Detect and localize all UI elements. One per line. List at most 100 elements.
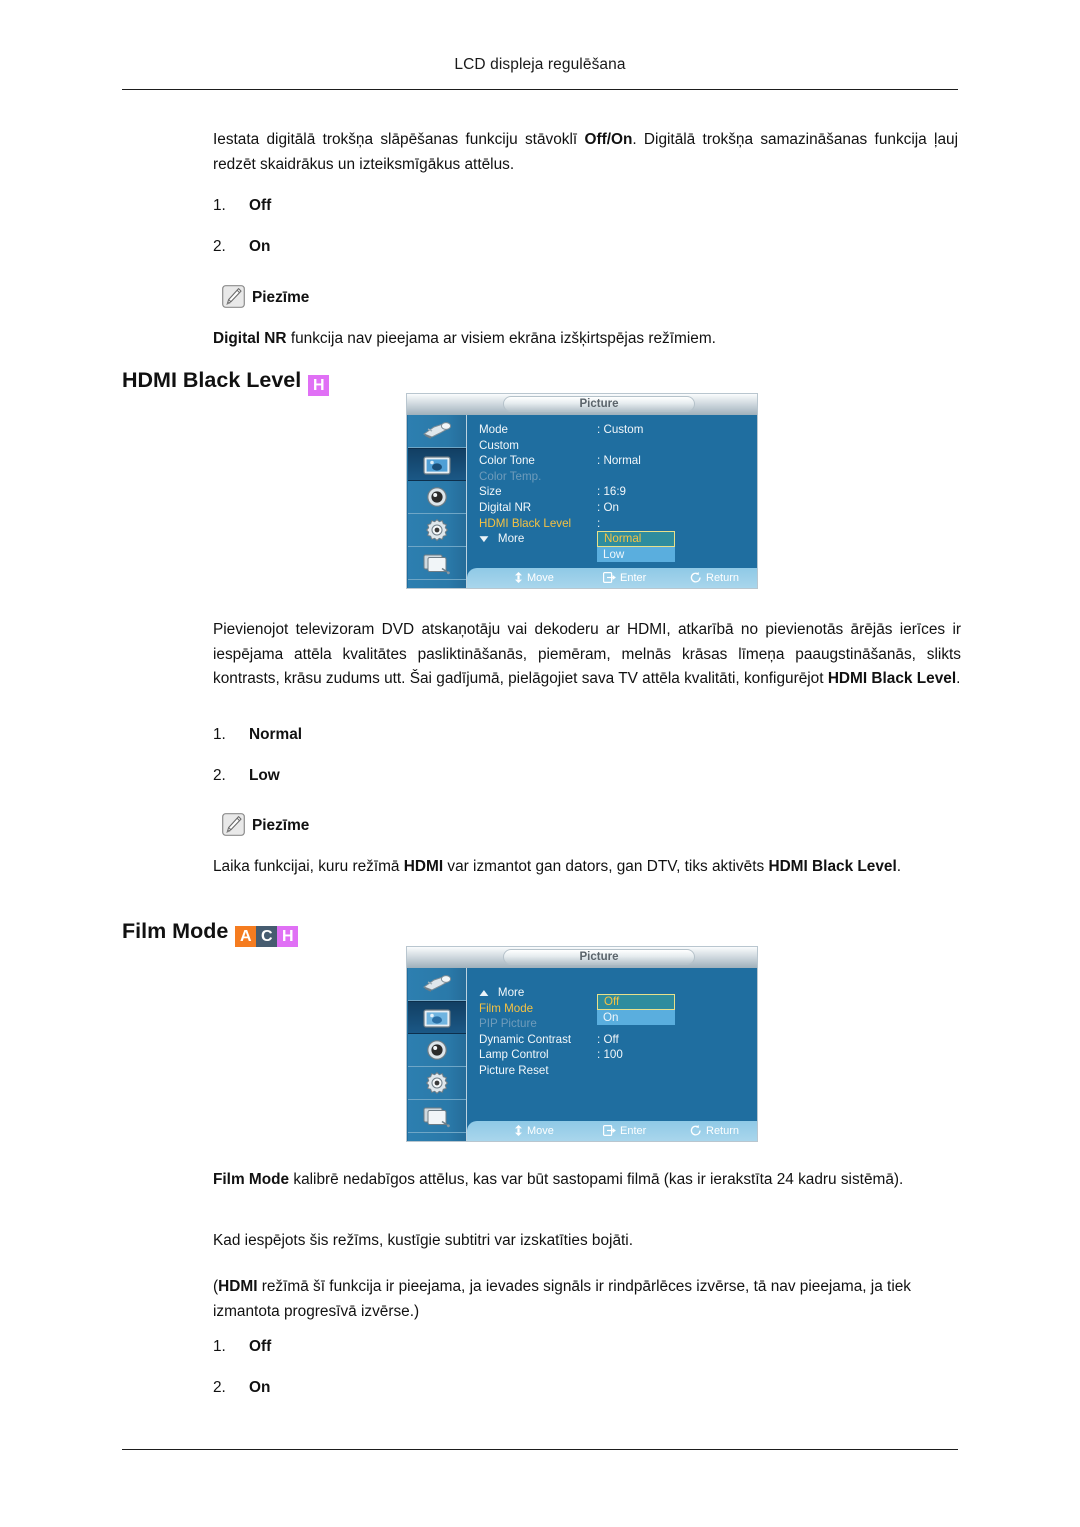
- intro-note-text: Digital NR funkcija nav pieejama ar visi…: [213, 327, 958, 352]
- osd-rail-sound-speaker-icon[interactable]: [408, 481, 466, 514]
- osd-hint-return: Return: [690, 1124, 739, 1138]
- osd-row-value: : Custom: [597, 423, 644, 436]
- osd-row-value: : 16:9: [597, 485, 627, 499]
- osd-row-label: Color Tone: [479, 454, 535, 468]
- osd-hint-enter-label: Enter: [620, 572, 647, 584]
- list-item-label: Off: [249, 197, 272, 214]
- list-item: 1. Off: [213, 1337, 271, 1378]
- osd-menu-row[interactable]: Size : 16:9: [479, 484, 755, 500]
- osd-row-value: :: [597, 516, 601, 530]
- osd-menu-row[interactable]: Lamp Control : 100: [479, 1047, 755, 1063]
- osd-rail-input-source-icon[interactable]: [408, 415, 466, 448]
- osd-icon-rail: [408, 968, 467, 1141]
- osd-dropdown-option-selected[interactable]: Off: [597, 994, 675, 1010]
- osd-hint-enter-label: Enter: [620, 1125, 647, 1137]
- osd-rail-multi-display-icon[interactable]: [408, 547, 466, 580]
- osd-menu-row[interactable]: Dynamic Contrast : Off: [479, 1032, 755, 1048]
- osd-rail-setup-gear-icon[interactable]: [408, 1067, 466, 1100]
- osd-dropdown-option-selected[interactable]: Normal: [597, 531, 675, 547]
- chevron-down-icon: ▼: [476, 534, 492, 546]
- hdmi-black-level-paragraph-bold: HDMI Black Level: [827, 670, 957, 687]
- osd-row-more-text: More: [497, 986, 525, 999]
- list-item-label: Off: [249, 1338, 272, 1355]
- badge-h-icon: H: [308, 374, 330, 396]
- osd-dropdown-film-mode[interactable]: Off On: [597, 994, 675, 1025]
- list-item-number: 2.: [213, 238, 226, 255]
- list-item-label: Low: [249, 767, 280, 784]
- osd-dropdown-option[interactable]: Low: [597, 547, 675, 562]
- note-pen-icon: [222, 813, 245, 836]
- intro-note-tail: funkcija nav pieejama ar visiem ekrāna i…: [286, 330, 716, 347]
- osd-row-label: Lamp Control: [479, 1048, 549, 1062]
- page-running-header: LCD displeja regulēšana: [454, 56, 626, 73]
- list-item-number: 1.: [213, 1338, 226, 1355]
- osd-rail-setup-gear-icon[interactable]: [408, 514, 466, 547]
- film-mode-paragraph-3-tail: režīmā šī funkcija ir pieejama, ja ievad…: [213, 1278, 912, 1320]
- osd-menu-row[interactable]: Mode : Custom: [479, 422, 755, 438]
- osd-hint-move-label: Move: [527, 572, 554, 584]
- intro-paragraph-lead: Iestata digitālā trokšņa slāpēšanas funk…: [213, 131, 585, 148]
- film-mode-paragraph-3-bold: HDMI: [218, 1278, 258, 1295]
- note-heading: Piezīme: [222, 285, 309, 308]
- film-mode-paragraph-1: Film Mode kalibrē nedabīgos attēlus, kas…: [213, 1168, 973, 1193]
- list-item-number: 1.: [213, 726, 226, 743]
- intro-note-bold: Digital NR: [213, 330, 287, 347]
- chevron-up-icon: ▲: [476, 988, 492, 999]
- osd-menu-list: Mode : Custom Custom Color Tone : Normal…: [476, 422, 755, 548]
- osd-row-label: Mode: [479, 423, 509, 436]
- list-item: 1. Normal: [213, 725, 302, 766]
- intro-paragraph-bold: Off/On: [584, 131, 633, 148]
- osd-hint-move-label: Move: [527, 1125, 554, 1137]
- osd-row-label: ▼ More: [476, 531, 525, 548]
- badge-c-icon: C: [256, 925, 278, 947]
- osd-screenshot-film-mode: Picture ▲ More Film Mode PIP Picture Dyn…: [406, 946, 758, 1142]
- osd-menu-row[interactable]: Digital NR : On: [479, 500, 755, 516]
- intro-paragraph: Iestata digitālā trokšņa slāpēšanas funk…: [213, 128, 958, 177]
- note-text-mid: var izmantot gan dators, gan DTV, tiks a…: [443, 858, 769, 875]
- osd-row-more-text: More: [497, 532, 525, 546]
- return-icon: [690, 1125, 702, 1140]
- osd-row-label: Size: [479, 485, 502, 499]
- osd-dropdown-hdmi-black-level[interactable]: Normal Low: [597, 531, 675, 562]
- hdmi-black-level-option-list: 1. Normal 2. Low: [213, 725, 302, 807]
- osd-hint-return: Return: [690, 571, 739, 585]
- osd-dropdown-option[interactable]: On: [597, 1010, 675, 1025]
- list-item-label: On: [249, 1379, 271, 1396]
- osd-rail-picture-icon[interactable]: [408, 1001, 466, 1034]
- return-icon: [690, 572, 702, 587]
- osd-hint-enter: Enter: [603, 1124, 646, 1138]
- osd-screenshot-hdmi-black-level: Picture Mode: Custom Custom Color Tone …: [406, 393, 758, 589]
- hdmi-black-level-paragraph: Pievienojot televizoram DVD atskaņotāju …: [213, 618, 961, 692]
- footer-divider-rule: [122, 1449, 958, 1450]
- osd-row-label: ▲ More: [476, 985, 525, 1002]
- list-item-label: On: [249, 238, 271, 255]
- updown-arrows-icon: [514, 1125, 523, 1140]
- osd-menu-row[interactable]: Color Tone : Normal: [479, 453, 755, 469]
- osd-rail-picture-icon[interactable]: [408, 448, 466, 481]
- osd-row-value: : 100: [597, 1048, 623, 1062]
- note-text-bold-level: HDMI Black Level: [768, 858, 897, 875]
- badge-a-icon: A: [235, 925, 257, 947]
- osd-menu-row[interactable]: Picture Reset: [479, 1063, 755, 1079]
- osd-rail-sound-speaker-icon[interactable]: [408, 1034, 466, 1067]
- hdmi-black-level-paragraph-tail: .: [956, 670, 961, 687]
- osd-rail-input-source-icon[interactable]: [408, 968, 466, 1001]
- osd-row-label: HDMI Black Level: [479, 516, 572, 530]
- film-mode-paragraph-1-tail: kalibrē nedabīgos attēlus, kas var būt s…: [289, 1171, 904, 1188]
- osd-row-label: Picture Reset: [479, 1063, 549, 1077]
- osd-hint-return-label: Return: [706, 572, 740, 584]
- note-text-lead: Laika funkcijai, kuru režīmā: [213, 858, 404, 875]
- osd-hint-move: Move: [514, 1124, 554, 1138]
- hdmi-black-level-note-text: Laika funkcijai, kuru režīmā HDMI var iz…: [213, 855, 965, 880]
- film-mode-option-list: 1. Off 2. On: [213, 1337, 271, 1419]
- enter-icon: [603, 1125, 616, 1140]
- note-heading: Piezīme: [222, 813, 309, 836]
- osd-window-title: Picture: [579, 398, 619, 410]
- list-item-number: 2.: [213, 1379, 226, 1396]
- osd-row-label: PIP Picture: [479, 1017, 537, 1031]
- osd-menu-row-selected[interactable]: HDMI Black Level :: [479, 516, 755, 532]
- osd-hint-bar: Move Enter Return: [467, 1121, 757, 1141]
- osd-hint-bar: Move Enter Return: [467, 568, 757, 588]
- osd-rail-multi-display-icon[interactable]: [408, 1100, 466, 1133]
- osd-menu-row[interactable]: Custom: [479, 438, 755, 454]
